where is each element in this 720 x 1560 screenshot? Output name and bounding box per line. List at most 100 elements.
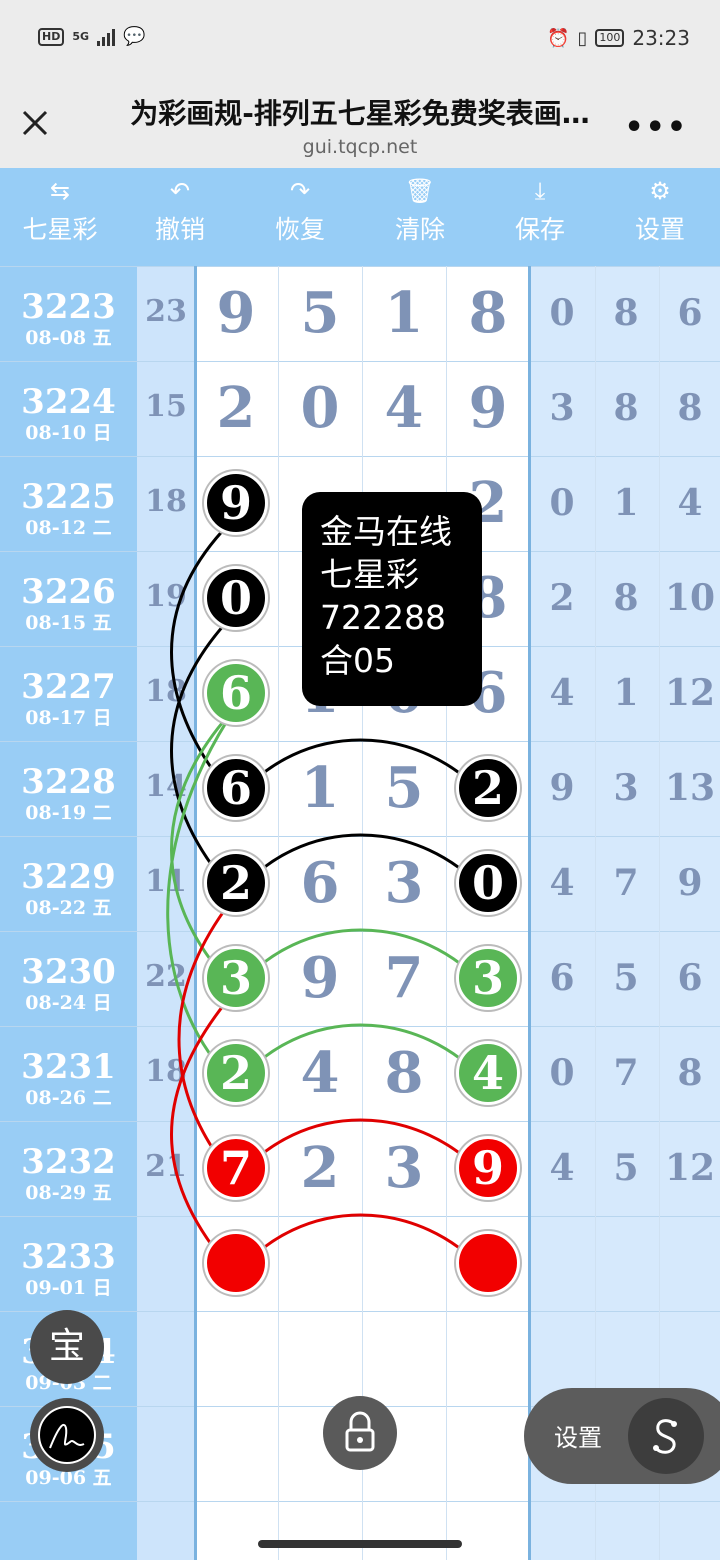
right-digit-cell: 3	[613, 767, 639, 809]
main-digit-cell[interactable]: 8	[446, 280, 530, 346]
sum-cell: 11	[145, 864, 187, 899]
issue-date: 08-29 五	[25, 1182, 112, 1204]
toolbar-button-gear[interactable]: ⚙ 设置	[600, 176, 720, 246]
main-digit-cell[interactable]: 4	[362, 375, 446, 441]
toolbar-button-undo[interactable]: ↶ 撤销	[120, 176, 240, 246]
main-digit-cell[interactable]: 2	[194, 375, 278, 441]
right-digit-cell: 4	[549, 1147, 575, 1189]
main-digit-cell[interactable]: 8	[362, 1040, 446, 1106]
main-digit-cell[interactable]: 7	[362, 945, 446, 1011]
row-divider	[0, 1121, 720, 1122]
issue-label: 3223 08-08 五	[0, 288, 137, 350]
more-menu-icon[interactable]: •••	[624, 110, 688, 145]
lock-button[interactable]	[323, 1396, 397, 1470]
main-digit-cell[interactable]: 3	[362, 1135, 446, 1201]
cell-divider	[595, 266, 596, 1560]
bao-label: 宝	[48, 1326, 85, 1367]
bao-button[interactable]: 宝	[30, 1310, 104, 1384]
toolbar-button-trash[interactable]: 🗑 清除	[360, 176, 480, 246]
main-digit-cell[interactable]: 0	[278, 375, 362, 441]
main-digit-cell[interactable]: 3	[362, 850, 446, 916]
right-digit-cell: 10	[664, 577, 716, 619]
row-divider	[0, 1501, 720, 1502]
issue-number: 3227	[21, 667, 116, 707]
marked-ball-green[interactable]: 3	[204, 946, 268, 1010]
download-icon: ⤓	[534, 177, 546, 205]
sum-cell: 14	[145, 769, 187, 804]
toolbar-button-download[interactable]: ⤓ 保存	[480, 176, 600, 246]
toolbar-button-swap[interactable]: ⇆ 七星彩	[0, 176, 120, 246]
main-digit-cell[interactable]: 5	[278, 280, 362, 346]
status-right: ⏰ ▯ 100 23:23	[547, 26, 690, 50]
issue-number: 3233	[21, 1237, 116, 1277]
main-digit-cell[interactable]: 5	[362, 755, 446, 821]
marked-ball-black[interactable]: 0	[456, 851, 520, 915]
marked-ball-green[interactable]: 4	[456, 1041, 520, 1105]
right-digit-cell: 13	[664, 767, 716, 809]
issue-number: 3229	[21, 857, 116, 897]
marked-ball-green[interactable]: 2	[204, 1041, 268, 1105]
right-digit-cell: 0	[549, 482, 575, 524]
main-digit-cell[interactable]: 6	[278, 850, 362, 916]
main-digit-cell[interactable]: 4	[278, 1040, 362, 1106]
main-digit-cell[interactable]: 1	[278, 755, 362, 821]
issue-number: 3231	[21, 1047, 116, 1087]
marked-ball-black[interactable]: 2	[456, 756, 520, 820]
issue-number: 3228	[21, 762, 116, 802]
status-left: HD 5G 💬	[38, 26, 145, 47]
right-digit-cell: 0	[549, 292, 575, 334]
home-indicator[interactable]	[258, 1540, 462, 1548]
right-digit-cell: 4	[549, 672, 575, 714]
right-digit-cell: 8	[613, 292, 639, 334]
marked-ball-black[interactable]: 2	[204, 851, 268, 915]
info-tooltip: 金马在线 七星彩 722288 合05	[302, 492, 482, 706]
issue-number: 3223	[21, 287, 116, 327]
column-divider	[528, 266, 531, 1560]
right-digit-cell: 5	[613, 957, 639, 999]
toolbar-button-redo[interactable]: ↷ 恢复	[240, 176, 360, 246]
issue-number: 3225	[21, 477, 116, 517]
marked-ball-black[interactable]: 6	[204, 756, 268, 820]
right-digit-cell: 1	[613, 672, 639, 714]
main-digit-cell[interactable]: 2	[278, 1135, 362, 1201]
sum-cell: 15	[145, 389, 187, 424]
battery-icon: 100	[595, 29, 625, 47]
tooltip-line-1: 金马在线	[320, 512, 452, 551]
row-divider	[0, 1216, 720, 1217]
close-icon[interactable]	[20, 108, 50, 138]
tooltip-line-4: 合05	[320, 641, 395, 680]
issue-date: 08-10 日	[25, 422, 112, 444]
main-digit-cell[interactable]: 9	[194, 280, 278, 346]
sum-cell: 19	[145, 579, 187, 614]
right-digit-cell: 7	[613, 1052, 639, 1094]
row-divider	[0, 931, 720, 932]
right-digit-cell: 6	[549, 957, 575, 999]
settings-pill[interactable]: 设置	[524, 1388, 720, 1484]
column-divider	[194, 266, 197, 1560]
redo-icon: ↷	[289, 177, 311, 205]
marked-ball-black[interactable]: 0	[204, 566, 268, 630]
toolbar-label: 保存	[514, 215, 565, 244]
marked-ball-red[interactable]: 7	[204, 1136, 268, 1200]
right-digit-cell: 8	[613, 577, 639, 619]
marked-ball-red[interactable]	[204, 1231, 268, 1295]
right-digit-cell: 12	[664, 672, 716, 714]
sum-cell: 22	[145, 959, 187, 994]
s-button[interactable]	[628, 1398, 704, 1474]
marked-ball-green[interactable]: 3	[456, 946, 520, 1010]
main-digit-cell[interactable]: 9	[446, 375, 530, 441]
marked-ball-green[interactable]: 6	[204, 661, 268, 725]
right-digit-cell: 7	[613, 862, 639, 904]
main-digit-cell[interactable]: 9	[278, 945, 362, 1011]
marked-ball-red[interactable]: 9	[456, 1136, 520, 1200]
marked-ball-red[interactable]	[456, 1231, 520, 1295]
gear-icon: ⚙	[649, 177, 671, 205]
marked-ball-black[interactable]: 9	[204, 471, 268, 535]
signature-button[interactable]	[30, 1398, 104, 1472]
row-divider	[0, 456, 720, 457]
cell-divider	[446, 266, 447, 1560]
sum-cell: 18	[145, 674, 187, 709]
row-divider	[0, 361, 720, 362]
main-digit-cell[interactable]: 1	[362, 280, 446, 346]
right-digit-cell: 9	[549, 767, 575, 809]
